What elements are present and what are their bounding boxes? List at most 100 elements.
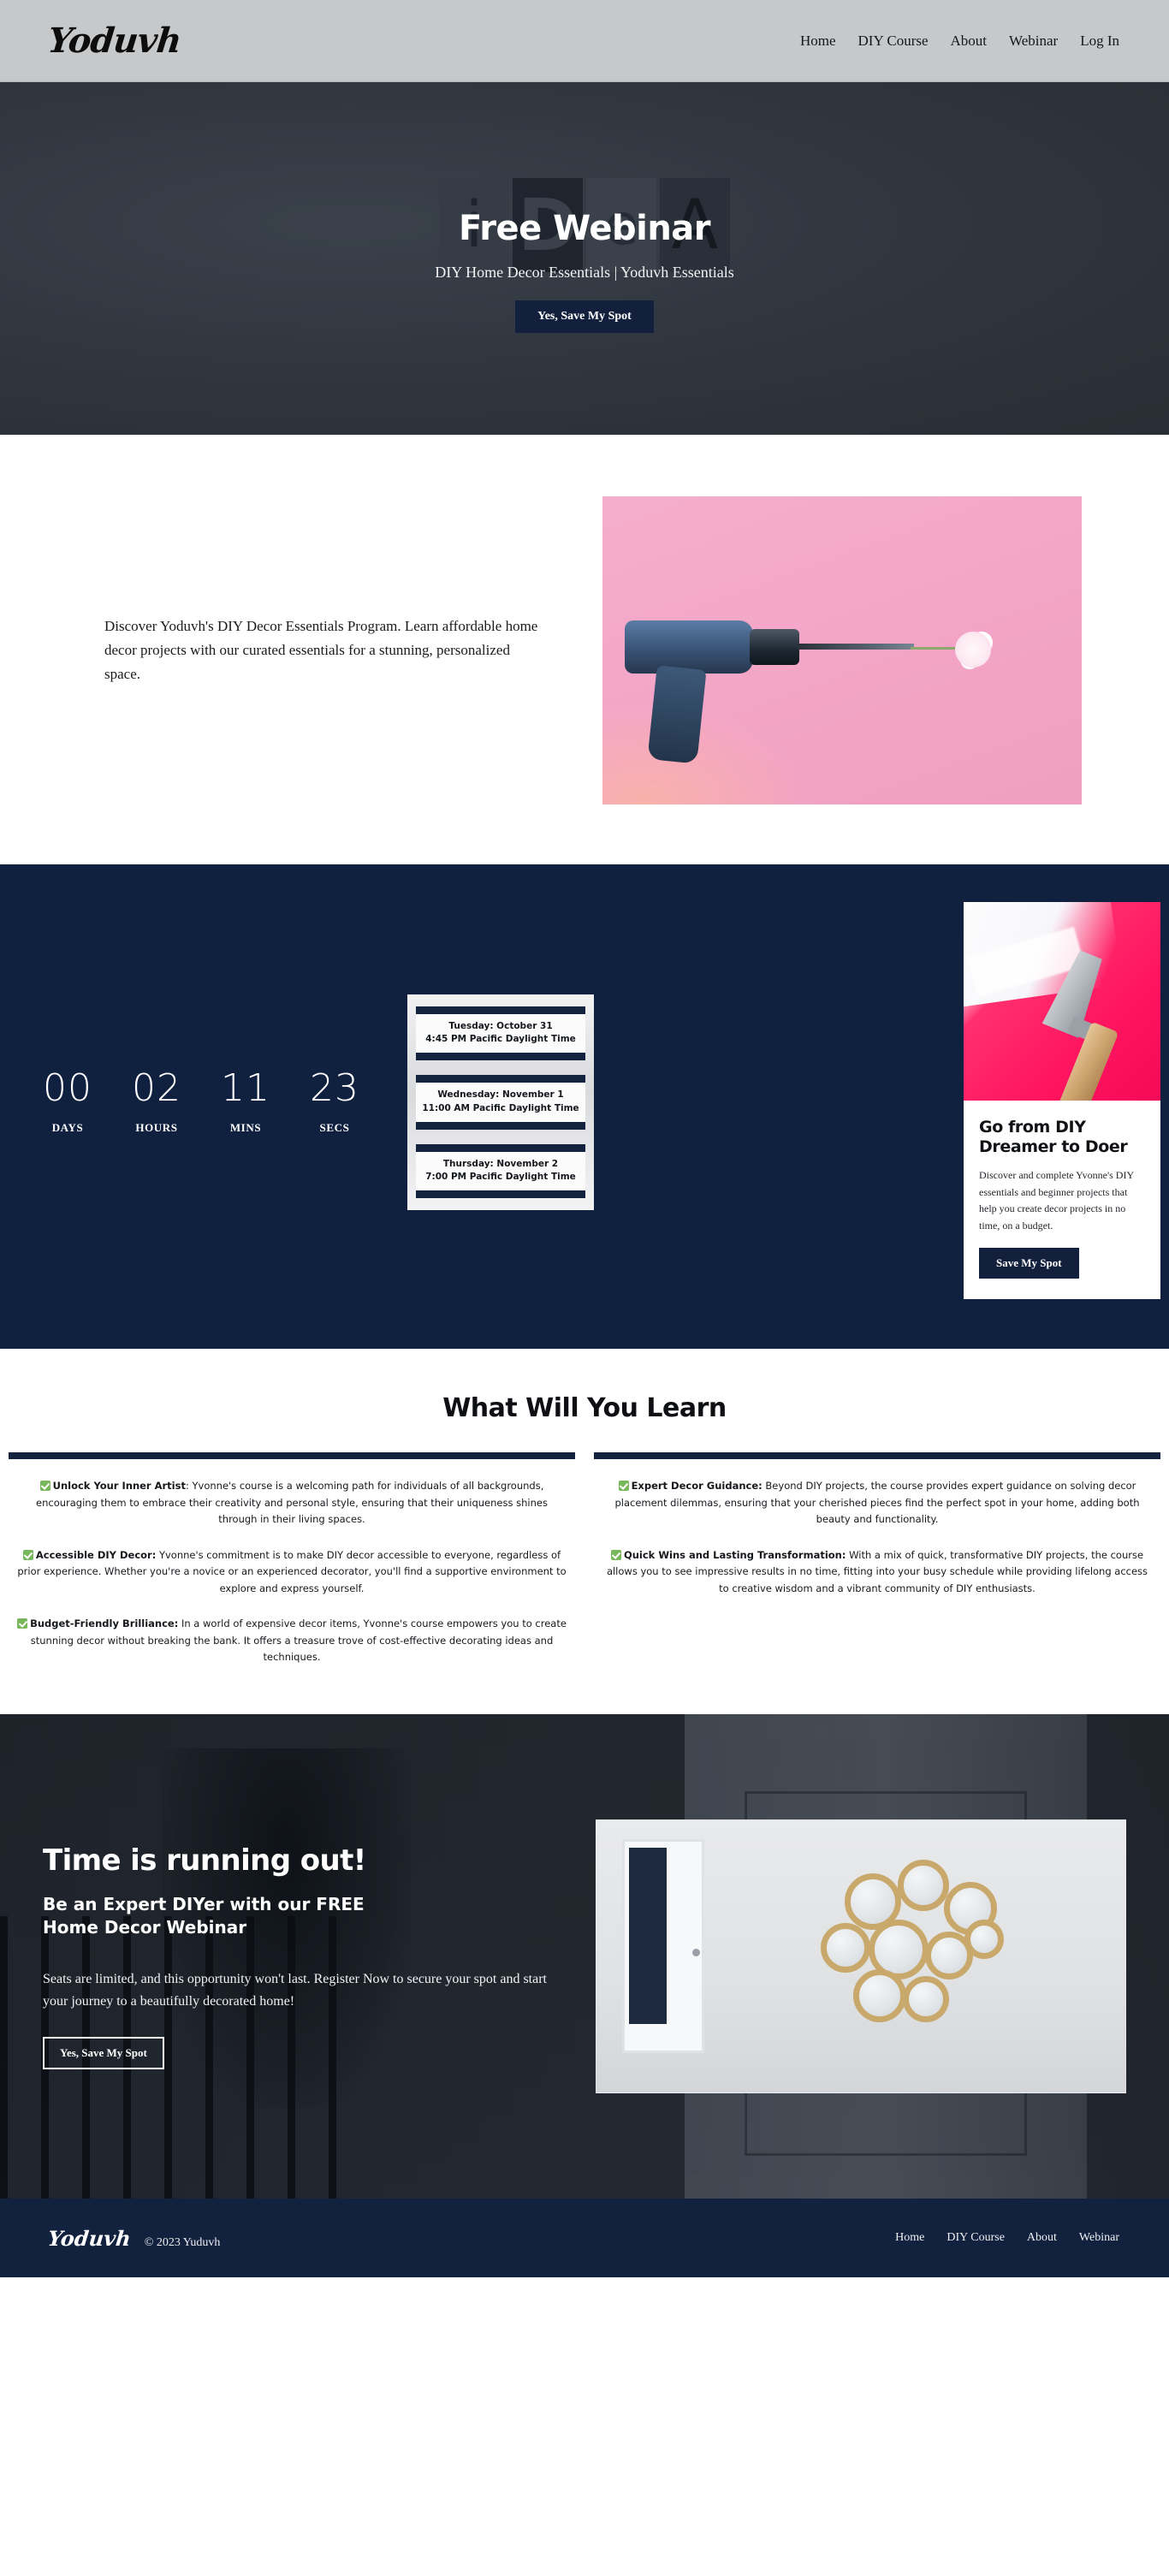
hero-title: Free Webinar: [458, 209, 711, 248]
countdown-secs-label: SECS: [319, 1121, 350, 1135]
dreamer-card-text: Discover and complete Yvonne's DIY essen…: [979, 1169, 1134, 1232]
countdown-hours-label: HOURS: [135, 1121, 178, 1135]
countdown-days-label: DAYS: [51, 1121, 84, 1135]
schedule-body-1: Tuesday: October 31 4:45 PM Pacific Dayl…: [416, 1013, 585, 1054]
cta-text-block: Time is running out! Be an Expert DIYer …: [43, 1843, 590, 2069]
countdown-unit-secs: 23 SECS: [301, 1070, 368, 1135]
learn-column-left: Unlock Your Inner Artist: Yvonne's cours…: [9, 1452, 575, 1666]
bullet-separator: :: [185, 1480, 193, 1493]
mirror-circle-2: [898, 1860, 949, 1912]
countdown-mins-value: 11: [221, 1066, 270, 1111]
learn-bullet-quick-wins-and-lasting-transformation: Quick Wins and Lasting Transformation: W…: [594, 1547, 1160, 1598]
mirrors-wall-image: [596, 1819, 1126, 2094]
schedule-bar-top-3: [416, 1143, 585, 1152]
countdown-unit-days: 00 DAYS: [34, 1070, 101, 1135]
hero-content: Free Webinar DIY Home Decor Essentials |…: [0, 209, 1169, 333]
mirror-circle-4: [821, 1923, 870, 1974]
dreamer-to-doer-card: Go from DIY Dreamer to Doer Discover and…: [964, 902, 1160, 1300]
bullet-heading: Quick Wins and Lasting Transformation:: [623, 1548, 846, 1561]
drill-bit-shape: [798, 644, 914, 650]
check-icon: [17, 1618, 28, 1629]
countdown-mins-label: MINS: [229, 1121, 262, 1135]
countdown-days-value: 00: [43, 1066, 92, 1111]
dreamer-card-body: Go from DIY Dreamer to Doer Discover and…: [964, 1101, 1160, 1299]
schedule-bar-bottom-3: [416, 1190, 585, 1199]
cta-section: Time is running out! Be an Expert DIYer …: [0, 1714, 1169, 2199]
cta-save-my-spot-button[interactable]: Yes, Save My Spot: [43, 2036, 164, 2069]
footer-nav-item-about[interactable]: About: [1027, 2231, 1057, 2245]
schedule-body-2: Wednesday: November 1 11:00 AM Pacific D…: [416, 1083, 585, 1122]
schedule-bar-top-1: [416, 1006, 585, 1014]
footer-logo[interactable]: Yoduvh: [46, 2226, 132, 2251]
learn-bullet-budget-friendly-brilliance: Budget-Friendly Brilliance: In a world o…: [9, 1616, 575, 1666]
schedule-session-1: Tuesday: October 31 4:45 PM Pacific Dayl…: [416, 1006, 585, 1061]
countdown-section: 00 DAYS 02 HOURS 11 MINS 23 SECS Tuesday…: [0, 864, 1169, 1350]
countdown-unit-mins: 11 MINS: [212, 1070, 279, 1135]
paint-scraper-image: [964, 902, 1160, 1101]
countdown-unit-hours: 02 HOURS: [123, 1070, 190, 1135]
mirror-circle-7: [853, 1969, 906, 2023]
schedule-date-2: Wednesday: November 1: [437, 1089, 564, 1101]
check-icon: [610, 1549, 621, 1560]
schedule-time-1: 4:45 PM Pacific Daylight Time: [425, 1034, 576, 1045]
nav-item-diy-course[interactable]: DIY Course: [858, 33, 929, 50]
schedule-bar-top-2: [416, 1075, 585, 1083]
learn-bullet-accessible-diy-decor: Accessible DIY Decor: Yvonne's commitmen…: [9, 1547, 575, 1598]
learn-bullet-unlock-your-inner-artist: Unlock Your Inner Artist: Yvonne's cours…: [9, 1478, 575, 1528]
bullet-heading: Budget-Friendly Brilliance:: [30, 1617, 179, 1630]
drill-chuck-shape: [750, 629, 799, 665]
brand-logo[interactable]: Yoduvh: [46, 21, 183, 61]
schedule-time-2: 11:00 AM Pacific Daylight Time: [422, 1102, 579, 1113]
nav-item-about[interactable]: About: [951, 33, 988, 50]
footer-nav: Home DIY Course About Webinar: [895, 2231, 1119, 2245]
site-footer: Yoduvh © 2023 Yuduvh Home DIY Course Abo…: [0, 2199, 1169, 2278]
schedule-card: Tuesday: October 31 4:45 PM Pacific Dayl…: [407, 994, 594, 1211]
schedule-date-1: Tuesday: October 31: [448, 1020, 553, 1031]
cta-content: Time is running out! Be an Expert DIYer …: [0, 1819, 1169, 2094]
footer-copyright: © 2023 Yuduvh: [144, 2235, 221, 2249]
intro-paragraph: Discover Yoduvh's DIY Decor Essentials P…: [104, 617, 538, 683]
learn-columns: Unlock Your Inner Artist: Yvonne's cours…: [0, 1452, 1169, 1666]
footer-nav-item-home[interactable]: Home: [895, 2231, 924, 2245]
hero-save-my-spot-button[interactable]: Yes, Save My Spot: [515, 300, 654, 333]
nav-item-home[interactable]: Home: [800, 33, 836, 50]
cta-headline: Time is running out!: [43, 1843, 366, 1879]
footer-nav-item-webinar[interactable]: Webinar: [1079, 2231, 1119, 2245]
countdown-hours-value: 02: [132, 1066, 181, 1111]
schedule-session-3: Thursday: November 2 7:00 PM Pacific Day…: [416, 1143, 585, 1199]
check-icon: [22, 1549, 33, 1560]
countdown-timer: 00 DAYS 02 HOURS 11 MINS 23 SECS: [26, 1070, 368, 1135]
countdown-secs-value: 23: [310, 1066, 359, 1111]
dreamer-save-my-spot-button[interactable]: Save My Spot: [979, 1248, 1079, 1279]
bullet-heading: Expert Decor Guidance:: [631, 1480, 763, 1493]
column-rule-left: [9, 1452, 575, 1460]
learn-section: What Will You Learn Unlock Your Inner Ar…: [0, 1349, 1169, 1715]
schedule-time-3: 7:00 PM Pacific Daylight Time: [425, 1171, 576, 1182]
cta-subheadline: Be an Expert DIYer with our FREE Home De…: [43, 1894, 365, 1938]
schedule-bar-bottom-1: [416, 1053, 585, 1061]
check-icon: [618, 1481, 629, 1492]
site-header: Yoduvh Home DIY Course About Webinar Log…: [0, 0, 1169, 82]
learn-section-title: What Will You Learn: [442, 1393, 727, 1424]
column-rule-right: [594, 1452, 1160, 1460]
door-knob-shape: [692, 1949, 700, 1957]
learn-column-right: Expert Decor Guidance: Beyond DIY projec…: [594, 1452, 1160, 1666]
hero-section: i D e A Free Webinar DIY Home Decor Esse…: [0, 82, 1169, 435]
wall-door-opening-shape: [629, 1848, 667, 2025]
mirror-circle-9: [964, 1920, 1004, 1960]
main-nav: Home DIY Course About Webinar Log In: [800, 33, 1119, 50]
nav-item-log-in[interactable]: Log In: [1080, 33, 1119, 50]
hero-subtitle: DIY Home Decor Essentials | Yoduvh Essen…: [435, 264, 734, 281]
dreamer-card-title: Go from DIY Dreamer to Doer: [979, 1118, 1128, 1157]
flower-head-shape: [955, 632, 991, 668]
cta-paragraph: Seats are limited, and this opportunity …: [43, 1972, 547, 2009]
footer-brand-block: Yoduvh © 2023 Yuduvh: [46, 2226, 221, 2251]
image-glow: [602, 702, 816, 804]
footer-nav-item-diy-course[interactable]: DIY Course: [946, 2231, 1005, 2245]
check-icon: [39, 1481, 50, 1492]
bullet-heading: Accessible DIY Decor:: [35, 1548, 157, 1561]
schedule-date-3: Thursday: November 2: [442, 1158, 559, 1169]
bullet-heading: Unlock Your Inner Artist: [52, 1480, 186, 1493]
learn-bullet-expert-decor-guidance: Expert Decor Guidance: Beyond DIY projec…: [594, 1478, 1160, 1528]
nav-item-webinar[interactable]: Webinar: [1009, 33, 1058, 50]
